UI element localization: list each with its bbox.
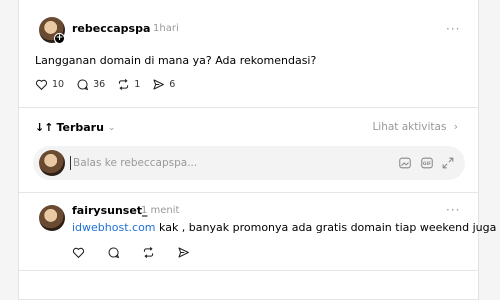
post-time: 1hari — [153, 23, 179, 34]
comment-time: 1 menit — [141, 205, 180, 216]
comment-like-button[interactable] — [72, 246, 89, 259]
comment-more-icon[interactable]: ··· — [446, 203, 460, 217]
send-icon — [153, 79, 165, 90]
comment-actions — [72, 246, 206, 259]
comment-repost-button[interactable] — [142, 246, 159, 259]
divider — [19, 107, 478, 108]
heart-icon — [35, 79, 48, 91]
comment-icon — [77, 79, 89, 91]
share-button[interactable]: 6 — [152, 78, 175, 91]
comment-button[interactable]: 36 — [76, 78, 105, 91]
activity-label: Lihat aktivitas — [372, 121, 447, 133]
divider — [19, 270, 478, 271]
like-button[interactable]: 10 — [35, 78, 64, 91]
repost-icon — [119, 79, 129, 90]
chevron-down-icon: ⌄ — [107, 122, 116, 133]
repost-count: 1 — [134, 79, 141, 90]
svg-text:GIF: GIF — [423, 161, 431, 167]
sort-label: Terbaru — [56, 121, 104, 134]
share-count: 6 — [169, 79, 176, 90]
repost-icon — [143, 247, 154, 258]
post-text: Langganan domain di mana ya? Ada rekomen… — [35, 54, 317, 67]
expand-icon[interactable] — [441, 156, 455, 170]
post-author-name[interactable]: rebeccapspa — [72, 22, 150, 35]
comment-count: 36 — [93, 79, 106, 90]
comment-author-avatar[interactable] — [39, 205, 65, 231]
like-count: 10 — [52, 79, 65, 90]
divider — [19, 192, 478, 193]
image-icon[interactable] — [398, 156, 412, 170]
comment-body: kak , banyak promonya ada gratis domain … — [155, 221, 497, 234]
heart-icon — [72, 247, 85, 259]
comment-author-name[interactable]: fairysunset_ — [72, 204, 148, 217]
post-more-icon[interactable]: ··· — [446, 22, 460, 36]
send-icon — [178, 247, 189, 258]
comment-icon — [108, 247, 120, 259]
text-cursor — [70, 156, 71, 170]
gif-icon[interactable]: GIF — [420, 156, 434, 170]
comment-reply-button[interactable] — [107, 246, 124, 259]
post-actions: 10 36 1 6 — [35, 78, 187, 91]
view-activity-link[interactable]: Lihat aktivitas › — [372, 121, 458, 133]
current-user-avatar — [39, 150, 65, 176]
reply-placeholder: Balas ke rebeccapspa... — [73, 157, 198, 169]
post-card: + rebeccapspa 1hari ··· Langganan domain… — [18, 0, 496, 300]
repost-button[interactable]: 1 — [117, 78, 140, 91]
reply-input[interactable]: Balas ke rebeccapspa... GIF — [33, 146, 465, 180]
comment-link[interactable]: idwebhost.com — [72, 221, 156, 234]
sort-dropdown[interactable]: ↓↑ Terbaru ⌄ — [35, 121, 115, 134]
comment-share-button[interactable] — [177, 246, 194, 259]
chevron-right-icon: › — [453, 121, 458, 133]
sort-icon: ↓↑ — [35, 121, 54, 134]
follow-plus-icon[interactable]: + — [54, 33, 65, 44]
comment-text: idwebhost.com kak , banyak promonya ada … — [72, 221, 496, 234]
